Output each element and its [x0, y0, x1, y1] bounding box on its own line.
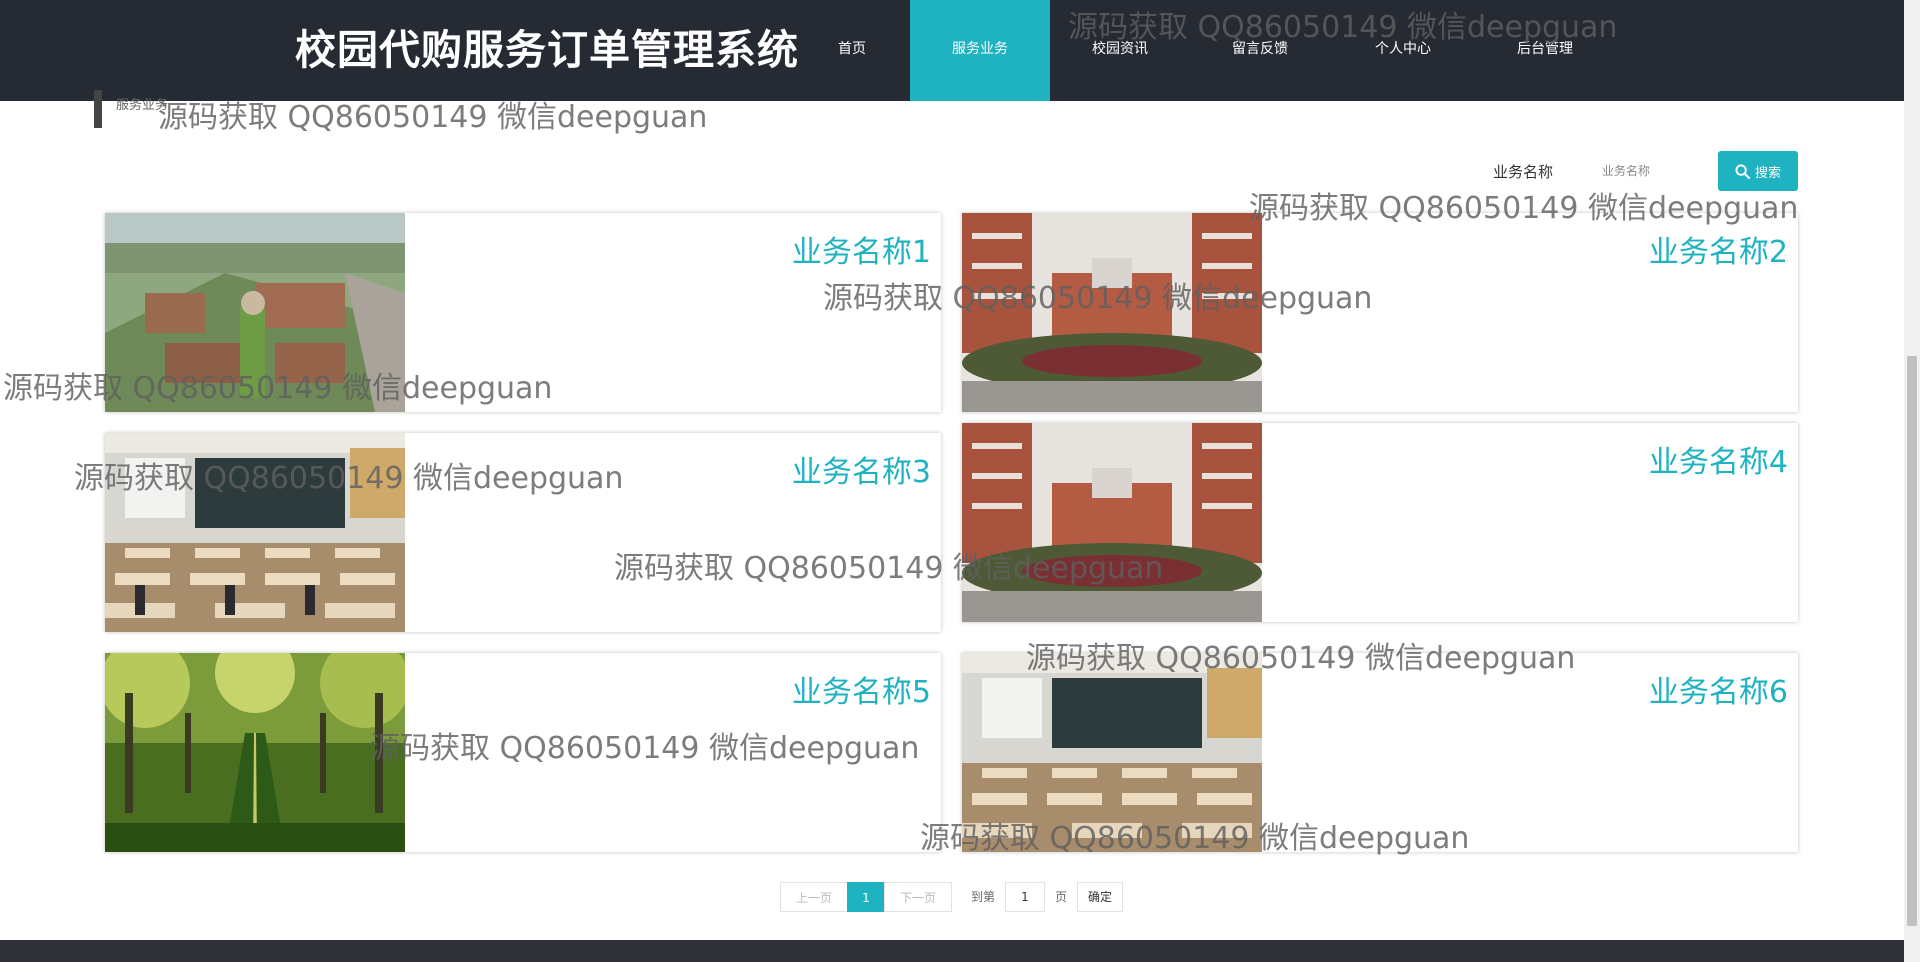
service-card-3[interactable]: 业务名称3	[105, 433, 941, 632]
service-card-6[interactable]: 业务名称6	[962, 653, 1798, 852]
nav-item-feedback[interactable]: 留言反馈	[1190, 0, 1330, 101]
card-title[interactable]: 业务名称5	[792, 667, 931, 711]
service-card-5[interactable]: 业务名称5	[105, 653, 941, 852]
search-label: 业务名称	[1493, 163, 1554, 181]
nav-item-admin[interactable]: 后台管理	[1475, 0, 1615, 101]
card-title[interactable]: 业务名称1	[792, 227, 931, 271]
card-title[interactable]: 业务名称6	[1649, 667, 1788, 711]
card-title[interactable]: 业务名称3	[792, 447, 931, 491]
search-icon	[1735, 163, 1750, 179]
nav-item-home[interactable]: 首页	[811, 0, 893, 101]
school-building-image[interactable]	[962, 213, 1262, 412]
search-button-label: 搜索	[1754, 165, 1781, 181]
service-card-2[interactable]: 业务名称2	[962, 213, 1798, 412]
scrollbar-thumb[interactable]	[1907, 356, 1917, 926]
page-number-input[interactable]	[1005, 882, 1045, 912]
tree-path-image[interactable]	[105, 653, 405, 852]
breadcrumb: 服务业务	[116, 98, 169, 113]
page-footer	[0, 940, 1904, 962]
page-1-button[interactable]: 1	[847, 882, 885, 912]
service-card-1[interactable]: 业务名称1	[105, 213, 941, 412]
site-title: 校园代购服务订单管理系统	[295, 26, 799, 74]
nav-item-services[interactable]: 服务业务	[910, 0, 1050, 101]
search-button[interactable]: 搜索	[1718, 151, 1798, 191]
service-card-4[interactable]: 业务名称4	[962, 423, 1798, 622]
classroom-image[interactable]	[105, 433, 405, 632]
page-suffix-label: 页	[1055, 890, 1068, 904]
goto-page-label: 到第	[971, 890, 996, 904]
card-title[interactable]: 业务名称2	[1649, 227, 1788, 271]
classroom-image[interactable]	[962, 653, 1262, 852]
next-page-button[interactable]: 下一页	[884, 882, 952, 912]
breadcrumb-marker	[94, 90, 102, 128]
search-input[interactable]	[1600, 155, 1712, 187]
card-title[interactable]: 业务名称4	[1649, 437, 1788, 481]
prev-page-button[interactable]: 上一页	[780, 882, 848, 912]
campus-aerial-image[interactable]	[105, 213, 405, 412]
confirm-page-button[interactable]: 确定	[1077, 882, 1123, 912]
school-building-image[interactable]	[962, 423, 1262, 622]
nav-item-campus-news[interactable]: 校园资讯	[1050, 0, 1190, 101]
top-header: 校园代购服务订单管理系统 首页 服务业务 校园资讯 留言反馈 个人中心 后台管理	[0, 0, 1904, 101]
nav-item-personal-center[interactable]: 个人中心	[1333, 0, 1473, 101]
